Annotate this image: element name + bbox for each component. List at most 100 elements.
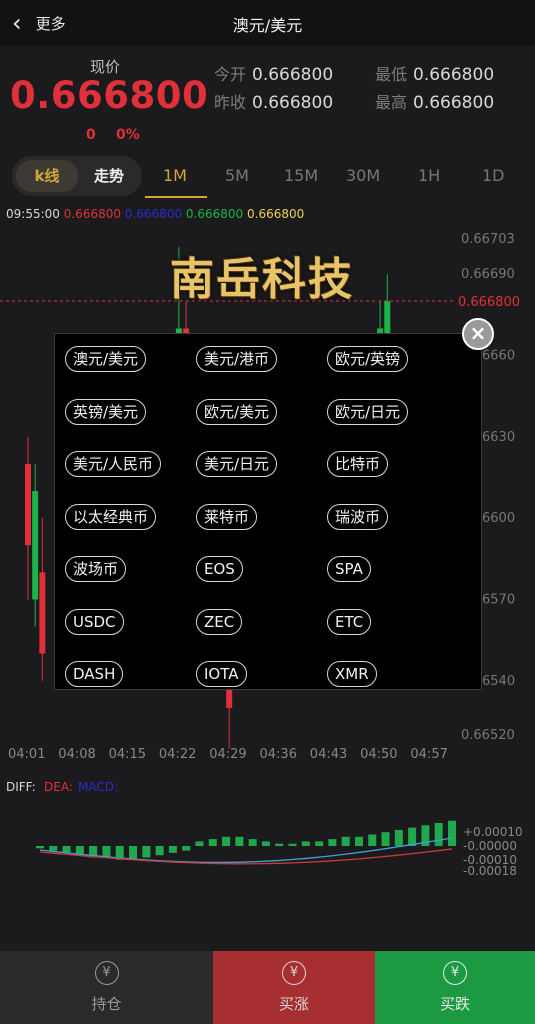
macd-bar — [182, 846, 191, 851]
symbol-chip[interactable]: 比特币 — [327, 451, 389, 477]
macd-dea-label: DEA: — [44, 780, 73, 794]
symbol-chip[interactable]: 波场币 — [65, 556, 127, 582]
tab-1d[interactable]: 1D — [482, 166, 505, 185]
position-icon: ¥ — [94, 961, 119, 985]
x-tick-label: 04:08 — [58, 747, 95, 762]
bottom-action-bar: ¥ 持仓 ¥ 买涨 ¥ 买跌 — [0, 951, 535, 1024]
symbol-chip[interactable]: IOTA — [196, 661, 247, 687]
current-price: 0.666800 — [10, 74, 209, 117]
y-tick-label: 0.66703 — [461, 232, 515, 247]
symbol-chip[interactable]: 以太经典币 — [65, 503, 157, 530]
price-change-pct: 0% — [116, 127, 140, 143]
stat-high: 最高 0.666800 — [375, 89, 494, 113]
y-tick-label: 0.66520 — [461, 728, 515, 743]
symbol-chip[interactable]: USDC — [65, 608, 124, 635]
symbol-chip[interactable]: ETC — [327, 608, 372, 635]
x-tick-label: 04:50 — [360, 747, 397, 762]
tab-1h[interactable]: 1H — [418, 166, 440, 185]
macd-macd-label: MACD: — [78, 780, 118, 794]
tab-5m[interactable]: 5M — [225, 166, 249, 185]
y-tick-label: 6630 — [482, 430, 515, 445]
symbol-chip[interactable]: 英镑/美元 — [65, 398, 147, 425]
x-tick-label: 04:43 — [310, 747, 347, 762]
macd-axis-labels: +0.00010-0.00000-0.00010-0.00018 — [463, 825, 523, 878]
x-tick-label: 04:22 — [159, 747, 196, 762]
x-tick-label: 04:15 — [109, 747, 146, 762]
tab-kline[interactable]: k线 — [16, 160, 78, 192]
y-tick-label: 6600 — [482, 511, 515, 526]
macd-bar — [261, 841, 270, 846]
symbol-chip[interactable]: 美元/人民币 — [65, 451, 162, 477]
macd-bar — [36, 846, 44, 849]
symbol-chip[interactable]: 欧元/美元 — [196, 398, 278, 425]
top-bar: ‹ 更多 澳元/美元 — [0, 0, 535, 47]
candle-body — [32, 491, 39, 600]
positions-label: 持仓 — [91, 995, 122, 1013]
buy-up-button[interactable]: ¥ 买涨 — [213, 951, 375, 1024]
stat-open: 今开 0.666800 — [214, 61, 333, 85]
macd-bar — [408, 827, 417, 846]
symbol-chip[interactable]: 欧元/日元 — [327, 398, 409, 425]
macd-bar — [195, 841, 204, 846]
symbol-chip[interactable]: 美元/港币 — [196, 346, 278, 372]
macd-tick-label: -0.00000 — [463, 839, 517, 853]
macd-bar — [341, 836, 350, 846]
macd-diff-label: DIFF: — [6, 780, 36, 794]
macd-bar — [381, 832, 390, 846]
symbol-chip[interactable]: 澳元/美元 — [65, 346, 147, 372]
x-tick-label: 04:29 — [209, 747, 246, 762]
symbol-chip[interactable]: XMR — [327, 661, 377, 687]
stat-low-value: 0.666800 — [413, 65, 495, 85]
y-tick-label: 6570 — [482, 592, 515, 607]
symbol-chip[interactable]: 莱特币 — [196, 503, 258, 530]
symbol-chip[interactable]: DASH — [65, 661, 124, 687]
last-price-label: 0.666800 — [458, 295, 520, 310]
tab-trend[interactable]: 走势 — [78, 160, 140, 192]
buy-down-button[interactable]: ¥ 买跌 — [375, 951, 535, 1024]
symbol-chip[interactable]: EOS — [196, 556, 243, 582]
chart-mode-switch: k线 走势 — [12, 156, 142, 196]
macd-bar — [235, 836, 244, 846]
macd-bar — [368, 834, 377, 846]
stat-prev-close-key: 昨收 — [214, 93, 247, 112]
stat-low: 最低 0.666800 — [375, 61, 494, 85]
x-tick-label: 04:01 — [8, 747, 45, 762]
active-tab-indicator — [145, 196, 207, 198]
symbol-chip[interactable]: 瑞波币 — [327, 503, 389, 530]
macd-bar — [129, 846, 138, 860]
macd-bar — [288, 843, 297, 846]
macd-bar — [168, 846, 177, 853]
buy-down-icon: ¥ — [443, 961, 467, 985]
stat-low-key: 最低 — [375, 65, 408, 84]
chart-tabs: k线 走势 1M 5M 15M 30M 1H 1D — [0, 152, 535, 200]
buy-down-label: 买跌 — [439, 995, 470, 1013]
x-axis-labels: 04:01 04:08 04:15 04:22 04:29 04:36 04:43 04:50… — [8, 747, 448, 762]
stat-high-value: 0.666800 — [413, 93, 495, 113]
stat-open-value: 0.666800 — [252, 65, 334, 85]
tab-15m[interactable]: 15M — [284, 166, 318, 185]
macd-tick-label: +0.00010 — [463, 825, 523, 839]
symbol-chip[interactable]: SPA — [327, 556, 371, 582]
positions-button[interactable]: ¥ 持仓 — [0, 951, 213, 1024]
close-icon[interactable]: × — [462, 318, 494, 350]
macd-bar — [434, 823, 443, 846]
macd-bar — [208, 839, 217, 846]
brand-logo: 南岳科技 — [170, 254, 354, 305]
y-tick-label: 6660 — [482, 349, 515, 364]
symbol-chip[interactable]: ZEC — [196, 608, 243, 635]
macd-bar — [448, 820, 456, 846]
y-tick-label: 0.66690 — [461, 267, 515, 282]
macd-bar-layer — [36, 820, 456, 860]
macd-bar — [248, 839, 257, 846]
tab-1m[interactable]: 1M — [163, 166, 187, 185]
quote-panel: 现价 0.666800 0 0% 今开 0.666800 最低 0.666800 昨… — [0, 46, 535, 150]
x-tick-label: 04:57 — [410, 747, 447, 762]
symbol-chip[interactable]: 美元/日元 — [196, 451, 278, 477]
tab-30m[interactable]: 30M — [346, 166, 380, 185]
price-change: 0 — [86, 127, 96, 143]
macd-bar — [275, 843, 284, 846]
stat-prev-close-value: 0.666800 — [252, 93, 334, 113]
macd-bar — [315, 841, 324, 846]
symbol-chip[interactable]: 欧元/英镑 — [327, 346, 409, 372]
candle-body — [39, 572, 46, 654]
